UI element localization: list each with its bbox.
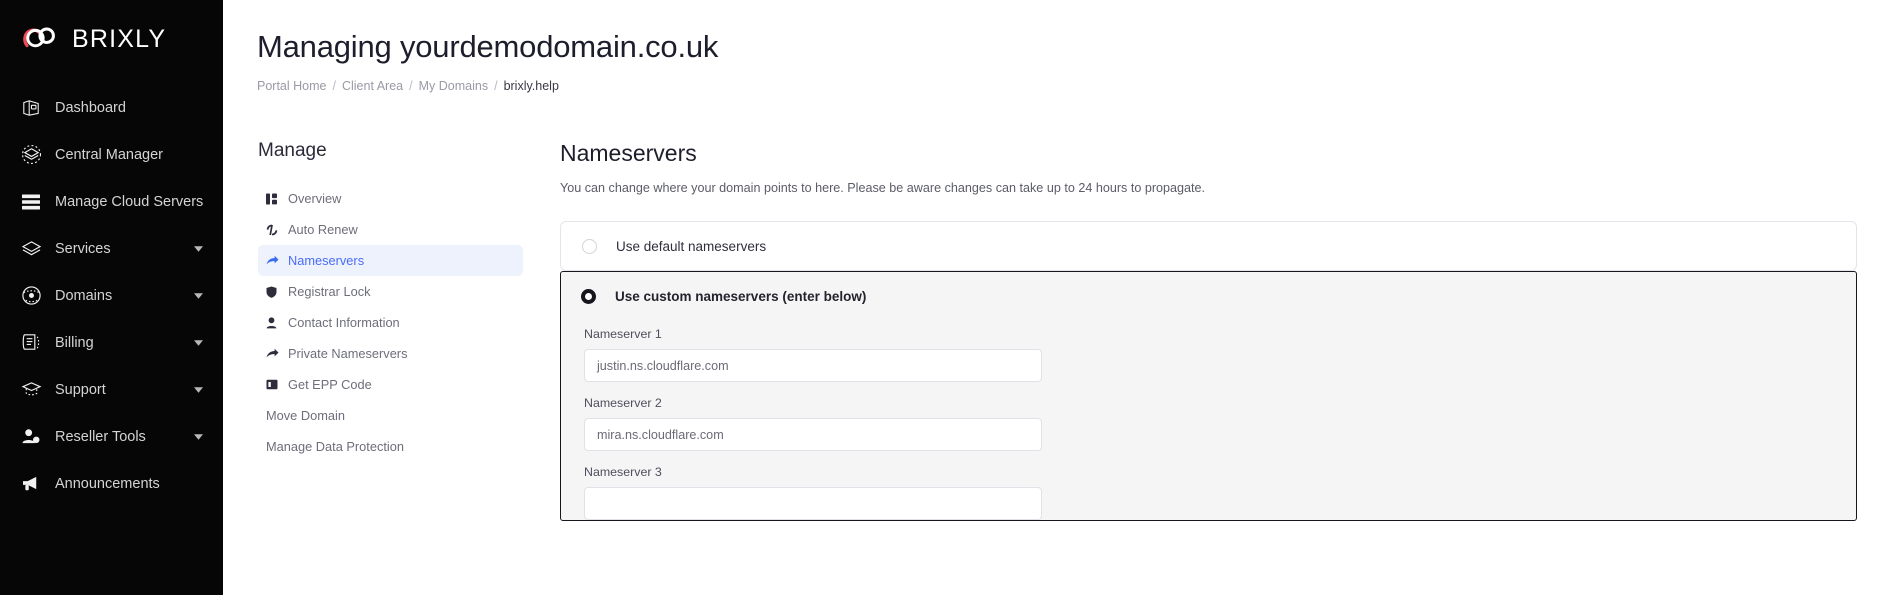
sidebar-item-label: Support — [55, 381, 106, 398]
submenu-item-label: Move Domain — [266, 408, 345, 424]
custom-nameservers-radio-row[interactable]: Use custom nameservers (enter below) — [561, 272, 1856, 321]
chevron-down-icon[interactable] — [187, 386, 209, 393]
breadcrumb-separator: / — [332, 79, 336, 94]
server-stack-icon — [18, 190, 44, 214]
submenu-item-contact-information[interactable]: Contact Information — [258, 307, 523, 338]
sidebar-item-label: Dashboard — [55, 99, 126, 116]
nameserver-fields: Nameserver 1 justin.ns.cloudflare.com Na… — [561, 321, 1856, 521]
chevron-down-icon[interactable] — [187, 245, 209, 252]
option-label: Use default nameservers — [616, 238, 767, 254]
nameserver-3-input[interactable] — [584, 487, 1042, 521]
sidebar: BRIXLY Dashboard Central Manager Manage … — [0, 0, 223, 595]
arrow-forward-icon — [266, 348, 288, 360]
submenu-item-auto-renew[interactable]: Auto Renew — [258, 214, 523, 245]
globe-icon — [18, 284, 44, 308]
nameserver-1-label: Nameserver 1 — [584, 327, 662, 342]
sidebar-item-support[interactable]: Support — [0, 366, 223, 413]
person-icon — [266, 317, 288, 329]
breadcrumb-item-client-area[interactable]: Client Area — [342, 79, 403, 93]
chevron-down-icon[interactable] — [187, 292, 209, 299]
sidebar-item-dashboard[interactable]: Dashboard — [0, 84, 223, 131]
user-tools-icon — [18, 425, 44, 449]
submenu-item-nameservers[interactable]: Nameservers — [258, 245, 523, 277]
app-root: BRIXLY Dashboard Central Manager Manage … — [0, 0, 1877, 595]
submenu-item-move-domain[interactable]: Move Domain — [258, 400, 523, 431]
submenu-item-label: Manage Data Protection — [266, 439, 405, 455]
services-box-icon — [18, 237, 44, 261]
sidebar-item-services[interactable]: Services — [0, 225, 223, 272]
submenu-item-private-nameservers[interactable]: Private Nameservers — [258, 338, 523, 369]
graduation-cap-icon — [18, 378, 44, 402]
brand-name: BRIXLY — [72, 24, 167, 53]
content-row: Manage Overview Auto Renew Nameservers R… — [257, 140, 1857, 522]
option-label: Use custom nameservers (enter below) — [615, 289, 867, 305]
radio-custom-nameservers[interactable] — [581, 289, 596, 305]
layout-overview-icon — [266, 193, 288, 205]
shield-icon — [266, 286, 288, 298]
submenu-title: Manage — [258, 140, 327, 162]
submenu-item-get-epp-code[interactable]: Get EPP Code — [258, 369, 523, 400]
breadcrumb-separator: / — [494, 79, 498, 94]
nameserver-1-input[interactable]: justin.ns.cloudflare.com — [584, 349, 1042, 383]
sidebar-item-label: Domains — [55, 287, 113, 304]
manage-submenu: Manage Overview Auto Renew Nameservers R… — [257, 140, 523, 521]
arrow-forward-icon — [266, 255, 288, 267]
breadcrumb-item-my-domains[interactable]: My Domains — [419, 79, 488, 93]
sidebar-item-billing[interactable]: Billing — [0, 319, 223, 366]
sidebar-item-label: Reseller Tools — [55, 428, 146, 445]
option-custom-nameservers[interactable]: Use custom nameservers (enter below) Nam… — [560, 271, 1857, 522]
radio-default-nameservers[interactable] — [582, 238, 597, 254]
submenu-item-label: Contact Information — [288, 315, 400, 331]
submenu-item-label: Get EPP Code — [288, 377, 372, 393]
option-default-nameservers[interactable]: Use default nameservers — [560, 221, 1857, 272]
breadcrumb-item-portal-home[interactable]: Portal Home — [257, 79, 326, 93]
sidebar-item-announcements[interactable]: Announcements — [0, 460, 223, 507]
nameserver-3-label: Nameserver 3 — [584, 465, 662, 480]
main-content: Managing yourdemodomain.co.uk Portal Hom… — [223, 0, 1877, 595]
sidebar-item-label: Services — [55, 240, 111, 257]
submenu-item-overview[interactable]: Overview — [258, 183, 523, 214]
chevron-down-icon[interactable] — [187, 433, 209, 440]
brixly-logo-icon — [21, 24, 63, 54]
breadcrumb-separator: / — [409, 79, 413, 94]
submenu-item-label: Overview — [288, 191, 342, 207]
panel-description: You can change where your domain points … — [560, 181, 1206, 196]
dashboard-icon — [18, 96, 44, 120]
breadcrumb: Portal Home / Client Area / My Domains /… — [257, 79, 1857, 93]
sidebar-item-domains[interactable]: Domains — [0, 272, 223, 319]
brand-logo[interactable]: BRIXLY — [0, 0, 223, 58]
submenu-item-label: Private Nameservers — [288, 346, 408, 362]
breadcrumb-item-current: brixly.help — [503, 79, 559, 94]
submenu-item-manage-data-protection[interactable]: Manage Data Protection — [258, 431, 523, 462]
submenu-item-label: Nameservers — [288, 253, 365, 269]
sidebar-item-reseller-tools[interactable]: Reseller Tools — [0, 413, 223, 460]
central-manager-icon — [18, 143, 44, 167]
submenu-item-label: Auto Renew — [288, 222, 358, 238]
sidebar-nav: Dashboard Central Manager Manage Cloud S… — [0, 84, 223, 507]
sidebar-item-label: Announcements — [55, 475, 160, 492]
megaphone-icon — [18, 472, 44, 496]
sidebar-item-label: Billing — [55, 334, 94, 351]
panel-title: Nameservers — [560, 140, 697, 167]
nameserver-2-input[interactable]: mira.ns.cloudflare.com — [584, 418, 1042, 452]
auto-renew-icon — [266, 224, 288, 236]
epp-code-icon — [266, 379, 288, 390]
sidebar-item-label: Central Manager — [55, 146, 163, 163]
submenu-item-label: Registrar Lock — [288, 284, 371, 300]
sidebar-item-central-manager[interactable]: Central Manager — [0, 131, 223, 178]
nameservers-panel: Nameservers You can change where your do… — [523, 140, 1857, 522]
submenu-item-registrar-lock[interactable]: Registrar Lock — [258, 276, 523, 307]
page-title: Managing yourdemodomain.co.uk — [257, 29, 719, 64]
sidebar-item-manage-cloud-servers[interactable]: Manage Cloud Servers — [0, 178, 223, 225]
nameserver-2-label: Nameserver 2 — [584, 396, 662, 411]
sidebar-item-label: Manage Cloud Servers — [55, 193, 204, 210]
chevron-down-icon[interactable] — [187, 339, 209, 346]
billing-invoice-icon — [18, 331, 44, 355]
